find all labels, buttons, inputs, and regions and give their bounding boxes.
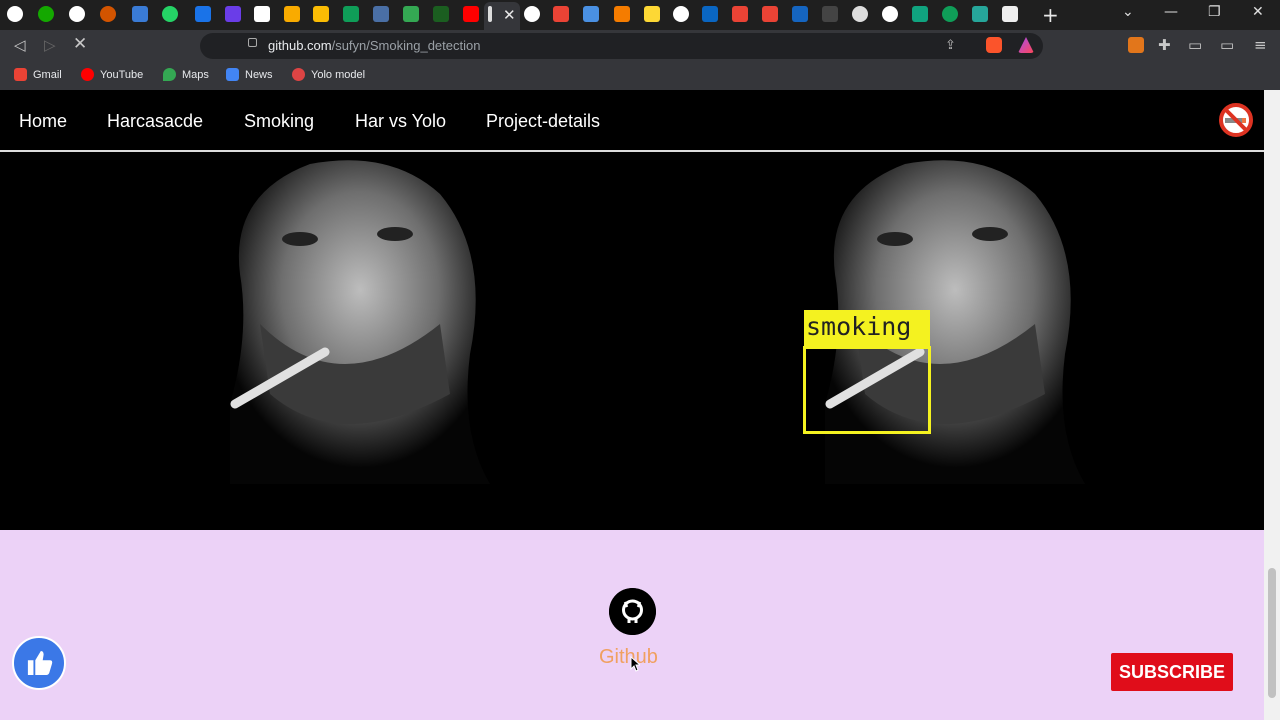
tab-icon-light[interactable] [852, 6, 868, 22]
address-bar[interactable]: github.com/sufyn/Smoking_detection ⇪ [200, 33, 1043, 59]
mouse-cursor-icon [630, 656, 640, 672]
sidebar-icon[interactable]: ▭ [1188, 36, 1202, 54]
tab-icon-green-2[interactable] [942, 6, 958, 22]
bookmark-maps[interactable]: Maps [163, 68, 209, 81]
stop-loading-icon[interactable]: ✕ [73, 34, 87, 54]
like-thumbs-up-icon[interactable] [12, 636, 66, 690]
gmail-tab-icon-2[interactable] [732, 6, 748, 22]
tab-icon-dark[interactable] [822, 6, 838, 22]
google-tab-icon-3[interactable] [673, 6, 689, 22]
new-tab-button[interactable]: + [1042, 3, 1059, 27]
docs-tab-icon[interactable] [254, 6, 270, 22]
bookmark-news[interactable]: News [226, 68, 273, 81]
wallet-icon[interactable]: ▭ [1220, 36, 1234, 54]
youtube-icon [81, 68, 94, 81]
back-icon[interactable]: ◁ [14, 36, 26, 54]
tab-icon-yellow[interactable] [644, 6, 660, 22]
nav-project-details[interactable]: Project-details [486, 111, 600, 132]
metamask-icon[interactable] [1128, 37, 1144, 53]
active-tab-favicon [488, 6, 492, 22]
gmail-tab-icon[interactable] [553, 6, 569, 22]
bookmarks-bar: Gmail YouTube Maps News Yolo model [0, 62, 1280, 90]
news-icon [226, 68, 239, 81]
upwork-tab-icon[interactable] [38, 6, 54, 22]
gmail-tab-icon-3[interactable] [762, 6, 778, 22]
share-icon[interactable]: ⇪ [945, 38, 956, 53]
brave-shield-icon[interactable] [986, 37, 1002, 53]
browser-tab-strip: ✕ + ⌄ — ❐ ✕ [0, 0, 1280, 30]
bookmark-yolo-model[interactable]: Yolo model [292, 68, 365, 81]
github-tab-icon[interactable] [7, 6, 23, 22]
bookmark-youtube[interactable]: YouTube [81, 68, 143, 81]
google-tab-icon-4[interactable] [882, 6, 898, 22]
active-tab[interactable]: ✕ [484, 2, 520, 30]
detection-label: smoking [804, 310, 930, 348]
page-footer: Github [0, 530, 1264, 720]
tab-icon-green[interactable] [403, 6, 419, 22]
nav-har-vs-yolo[interactable]: Har vs Yolo [355, 111, 446, 132]
original-smoker-image [190, 154, 500, 484]
tab-search-icon[interactable]: ⌄ [1122, 4, 1134, 20]
nav-smoking[interactable]: Smoking [244, 111, 314, 132]
chatgpt-tab-icon[interactable] [912, 6, 928, 22]
site-navbar: Home Harcasacde Smoking Har vs Yolo Proj… [0, 90, 1264, 152]
browser-toolbar: ◁ ▷ ✕ ▯ github.com/sufyn/Smoking_detecti… [0, 30, 1280, 62]
web-page: Home Harcasacde Smoking Har vs Yolo Proj… [0, 90, 1264, 720]
drive-tab-icon[interactable] [343, 6, 359, 22]
analytics-tab-icon[interactable] [284, 6, 300, 22]
scrollbar-thumb[interactable] [1268, 568, 1276, 698]
tab-icon-blue[interactable] [132, 6, 148, 22]
lock-icon [248, 38, 257, 47]
subscribe-button[interactable]: SUBSCRIBE [1111, 653, 1233, 691]
amazon-tab-icon[interactable] [1002, 6, 1018, 22]
google-tab-icon[interactable] [69, 6, 85, 22]
restore-button[interactable]: ❐ [1208, 4, 1221, 20]
nav-harcasacde[interactable]: Harcasacde [107, 111, 203, 132]
forward-icon[interactable]: ▷ [44, 36, 56, 54]
bookmark-gmail[interactable]: Gmail [14, 68, 62, 81]
close-window-button[interactable]: ✕ [1252, 4, 1264, 20]
tab-icon-blue-2[interactable] [195, 6, 211, 22]
maps-icon [163, 68, 176, 81]
linkedin-tab-icon[interactable] [702, 6, 718, 22]
ads-tab-icon[interactable] [313, 6, 329, 22]
tab-icon-darkgreen[interactable] [433, 6, 449, 22]
tab-icon-orange-2[interactable] [614, 6, 630, 22]
gmail-icon [14, 68, 27, 81]
tab-icon-slate[interactable] [373, 6, 389, 22]
yolo-icon [292, 68, 305, 81]
github-icon[interactable] [609, 588, 656, 635]
menu-icon[interactable]: ≡ [1254, 36, 1267, 54]
extensions-icon[interactable]: ✚ [1158, 36, 1171, 54]
github-link[interactable]: Github [599, 646, 658, 669]
minimize-button[interactable]: — [1164, 4, 1178, 20]
tab-icon-blue-3[interactable] [792, 6, 808, 22]
tab-icon-purple[interactable] [225, 6, 241, 22]
tab-icon-orange[interactable] [100, 6, 116, 22]
tab-icon-teal[interactable] [972, 6, 988, 22]
youtube-tab-icon[interactable] [463, 6, 479, 22]
page-scrollbar[interactable] [1264, 90, 1280, 720]
no-smoking-logo[interactable] [1218, 102, 1254, 138]
detection-bounding-box [803, 346, 931, 434]
url-text: github.com/sufyn/Smoking_detection [268, 38, 481, 53]
nav-home[interactable]: Home [19, 111, 67, 132]
whatsapp-tab-icon[interactable] [162, 6, 178, 22]
tab-icon-diamond[interactable] [583, 6, 599, 22]
tab-close-icon[interactable]: ✕ [503, 6, 516, 24]
google-tab-icon-2[interactable] [524, 6, 540, 22]
